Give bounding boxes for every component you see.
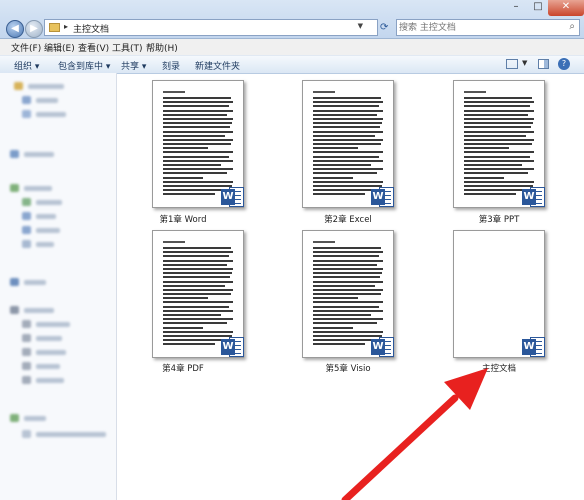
annotation-arrow (341, 368, 488, 500)
arrow-shaft (341, 394, 459, 500)
